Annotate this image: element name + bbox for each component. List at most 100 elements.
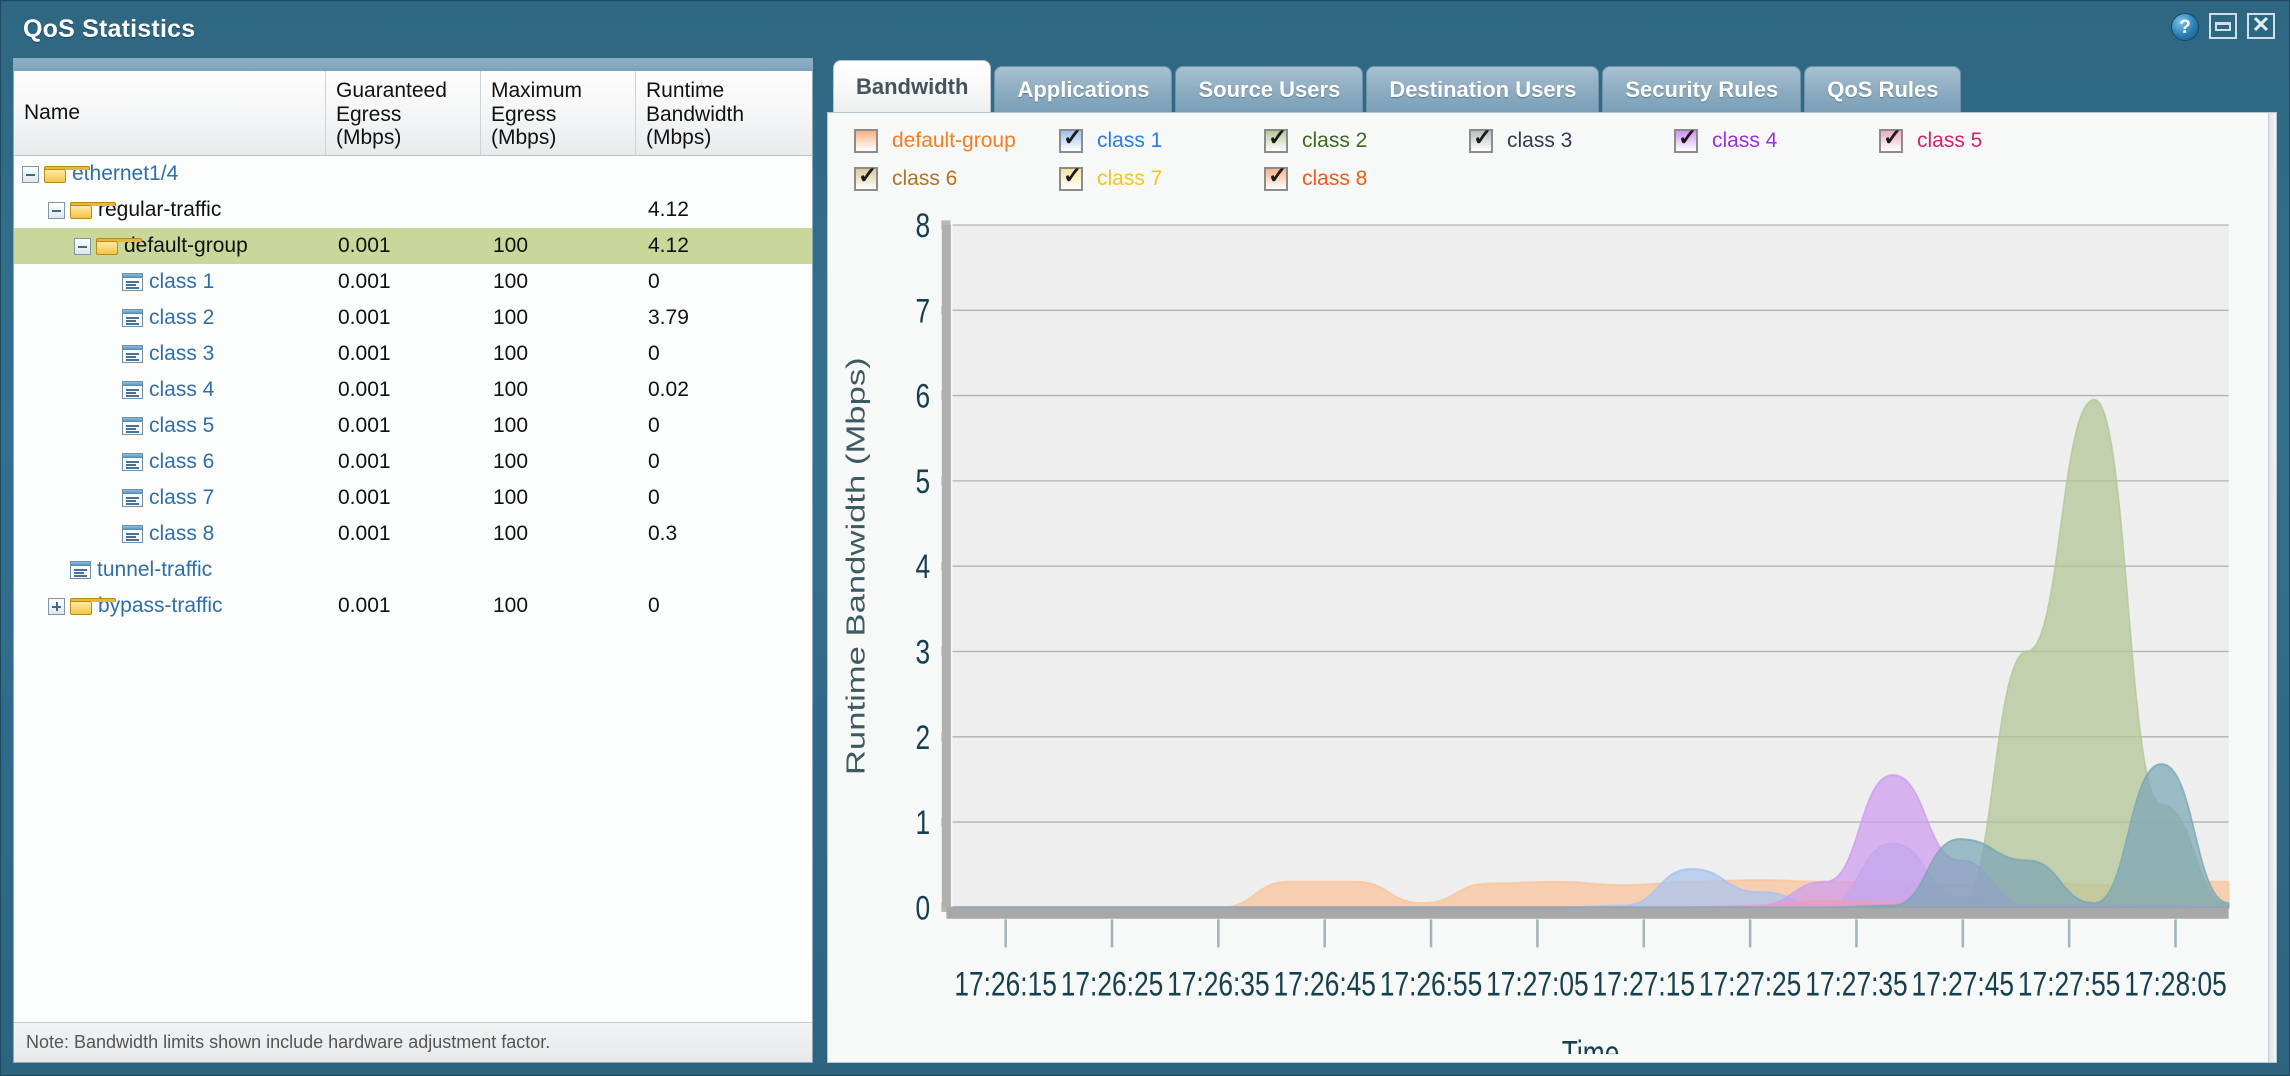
cell-maximum-egress	[481, 552, 636, 588]
table-row[interactable]: ethernet1/4	[14, 156, 812, 192]
folder-icon	[96, 238, 118, 255]
legend-label: class 8	[1302, 167, 1367, 191]
cell-maximum-egress: 100	[481, 336, 636, 372]
legend-item-class-5[interactable]: ✓class 5	[1879, 129, 2084, 153]
cell-maximum-egress: 100	[481, 480, 636, 516]
tree-node-regular-traffic[interactable]: regular-traffic	[14, 192, 326, 228]
tab-applications[interactable]: Applications	[994, 66, 1172, 112]
y-axis-tick-label: 3	[916, 632, 931, 671]
tree-node-class-6[interactable]: class 6	[14, 444, 326, 480]
legend-item-default-group[interactable]: default-group	[854, 129, 1059, 153]
tab-security-rules[interactable]: Security Rules	[1602, 66, 1801, 112]
tab-label: Destination Users	[1389, 77, 1576, 103]
table-row[interactable]: class 40.0011000.02	[14, 372, 812, 408]
legend-item-class-8[interactable]: ✓ class 8	[1264, 167, 1469, 191]
table-row[interactable]: class 80.0011000.3	[14, 516, 812, 552]
checkbox-checked-icon[interactable]: ✓	[1264, 129, 1288, 153]
table-row[interactable]: class 20.0011003.79	[14, 300, 812, 336]
legend-item-class-4[interactable]: ✓class 4	[1674, 129, 1879, 153]
cell-runtime-bandwidth: 0	[636, 480, 806, 516]
table-row[interactable]: regular-traffic4.12	[14, 192, 812, 228]
legend-item-class-1[interactable]: ✓ class 1	[1059, 129, 1264, 153]
column-header-name[interactable]: Name	[14, 71, 326, 155]
tree-node-default-group[interactable]: default-group	[14, 228, 326, 264]
close-icon[interactable]: ✕	[2247, 13, 2275, 41]
check-icon: ✓	[1063, 164, 1082, 187]
column-header-guaranteed-egress[interactable]: Guaranteed Egress (Mbps)	[326, 71, 481, 155]
table-row[interactable]: class 10.0011000	[14, 264, 812, 300]
tree-node-label: class 7	[149, 486, 214, 510]
cell-guaranteed-egress	[326, 192, 481, 228]
tree-node-tunnel-traffic[interactable]: tunnel-traffic	[14, 552, 326, 588]
minimize-icon[interactable]	[2209, 13, 2237, 41]
ge-line-2: Egress	[336, 103, 401, 126]
ge-line-1: Guaranteed	[336, 79, 447, 102]
cell-runtime-bandwidth: 0.02	[636, 372, 806, 408]
y-axis-tick-label: 5	[916, 461, 931, 500]
table-row[interactable]: class 30.0011000	[14, 336, 812, 372]
column-header-maximum-egress[interactable]: Maximum Egress (Mbps)	[481, 71, 636, 155]
legend-item-class-6[interactable]: ✓class 6	[854, 167, 1059, 191]
cell-runtime-bandwidth: 0	[636, 444, 806, 480]
legend-label: class 7	[1097, 167, 1162, 191]
tree-node-class-7[interactable]: class 7	[14, 480, 326, 516]
qos-tree-panel: Name Guaranteed Egress (Mbps) Maximum Eg…	[13, 58, 813, 1063]
tree-node-bypass-traffic[interactable]: bypass-traffic	[14, 588, 326, 624]
collapse-icon[interactable]	[48, 202, 65, 219]
collapse-icon[interactable]	[22, 166, 39, 183]
ge-line-3: (Mbps)	[336, 126, 401, 149]
checkbox-checked-icon[interactable]: ✓	[1879, 129, 1903, 153]
cell-runtime-bandwidth: 0	[636, 336, 806, 372]
legend-item-class-2[interactable]: ✓class 2	[1264, 129, 1469, 153]
tree-node-class-8[interactable]: class 8	[14, 516, 326, 552]
checkbox-checked-icon[interactable]: ✓	[1059, 167, 1083, 191]
expand-icon[interactable]	[48, 598, 65, 615]
title-bar: QoS Statistics ? ✕	[1, 1, 2289, 58]
tab-source-users[interactable]: Source Users	[1175, 66, 1363, 112]
check-icon: ✓	[1473, 126, 1492, 149]
legend-item-class-3[interactable]: ✓class 3	[1469, 129, 1674, 153]
tab-destination-users[interactable]: Destination Users	[1366, 66, 1599, 112]
check-icon: ✓	[1883, 126, 1902, 149]
tree-node-ethernet1-4[interactable]: ethernet1/4	[14, 156, 326, 192]
rb-line-1: Runtime	[646, 79, 724, 102]
checkbox-checked-icon[interactable]: ✓	[1674, 129, 1698, 153]
minimize-glyph	[2215, 22, 2231, 31]
tree-rows: ethernet1/4regular-traffic4.12default-gr…	[14, 156, 812, 1022]
cell-guaranteed-egress	[326, 156, 481, 192]
tree-node-label: class 8	[149, 522, 214, 546]
checkbox-checked-icon[interactable]: ✓	[1469, 129, 1493, 153]
tab-qos-rules[interactable]: QoS Rules	[1804, 66, 1961, 112]
cell-runtime-bandwidth: 0	[636, 408, 806, 444]
tree-node-class-2[interactable]: class 2	[14, 300, 326, 336]
checkbox-checked-icon[interactable]: ✓	[1059, 129, 1083, 153]
rb-line-2: Bandwidth	[646, 103, 744, 126]
legend-label: class 1	[1097, 129, 1162, 153]
tab-label: QoS Rules	[1827, 77, 1938, 103]
tree-node-class-5[interactable]: class 5	[14, 408, 326, 444]
table-row[interactable]: class 50.0011000	[14, 408, 812, 444]
checkbox-checked-icon[interactable]: ✓	[1264, 167, 1288, 191]
legend-item-class-7[interactable]: ✓ class 7	[1059, 167, 1264, 191]
tab-bar: BandwidthApplicationsSource Users Destina…	[827, 58, 2277, 112]
tree-node-label: class 6	[149, 450, 214, 474]
table-row[interactable]: default-group0.0011004.12	[14, 228, 812, 264]
tree-node-class-4[interactable]: class 4	[14, 372, 326, 408]
tree-node-class-1[interactable]: class 1	[14, 264, 326, 300]
table-row[interactable]: bypass-traffic0.0011000	[14, 588, 812, 624]
checkbox-unchecked-icon[interactable]	[854, 129, 878, 153]
help-icon[interactable]: ?	[2171, 13, 2199, 41]
tree-node-class-3[interactable]: class 3	[14, 336, 326, 372]
table-row[interactable]: tunnel-traffic	[14, 552, 812, 588]
table-row[interactable]: class 70.0011000	[14, 480, 812, 516]
document-icon	[122, 453, 143, 471]
checkbox-checked-icon[interactable]: ✓	[854, 167, 878, 191]
tab-bandwidth[interactable]: Bandwidth	[833, 60, 991, 112]
x-axis-tick-label: 17:26:55	[1380, 964, 1482, 1003]
column-header-runtime-bandwidth[interactable]: Runtime Bandwidth (Mbps)	[636, 71, 806, 155]
table-row[interactable]: class 60.0011000	[14, 444, 812, 480]
x-axis-tick-label: 17:27:05	[1486, 964, 1588, 1003]
collapse-icon[interactable]	[74, 238, 91, 255]
vertical-scrollbar[interactable]	[2268, 113, 2276, 1062]
x-axis-tick-label: 17:27:45	[1912, 964, 2014, 1003]
